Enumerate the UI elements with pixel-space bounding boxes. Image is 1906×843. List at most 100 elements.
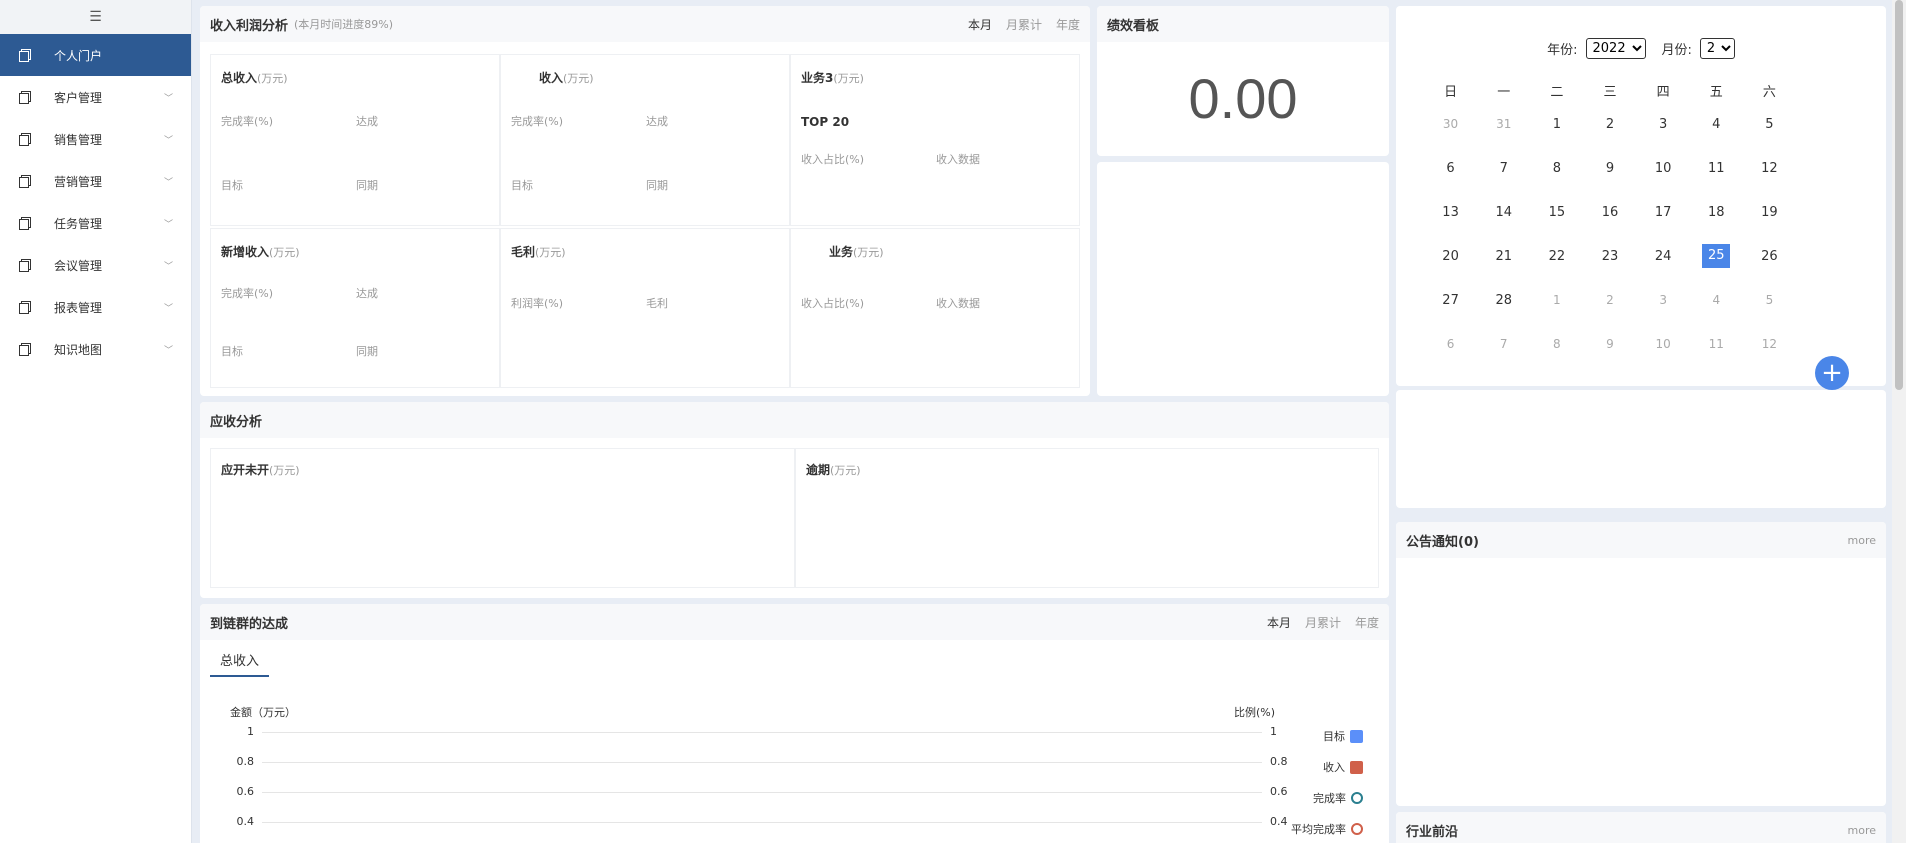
notice-more-link[interactable]: more [1848, 534, 1877, 547]
month-select[interactable]: 2 [1699, 38, 1735, 59]
legend-item[interactable]: 收入 [1323, 759, 1363, 775]
business-top20-card: 业务3(万元) TOP 20 收入占比(%) 收入数据 [790, 54, 1080, 226]
income-data-label: 收入数据 [936, 153, 980, 166]
legend-label: 完成率 [1313, 792, 1346, 805]
calendar-day[interactable]: 2 [1583, 117, 1636, 132]
scrollbar-thumb[interactable] [1895, 0, 1903, 390]
calendar-day[interactable]: 11 [1690, 161, 1743, 176]
calendar-day[interactable]: 16 [1583, 205, 1636, 220]
income-data-label: 收入数据 [936, 297, 980, 310]
sidebar-item-0[interactable]: 个人门户﹀ [0, 34, 191, 76]
sidebar-item-3[interactable]: 营销管理 ﹀ [0, 160, 191, 202]
legend-item[interactable]: 平均完成率 [1291, 821, 1363, 837]
business2-title: 业务(万元) [829, 245, 884, 259]
tab-month-cumulative[interactable]: 月累计 [1006, 16, 1042, 33]
calendar-day[interactable]: 12 [1743, 337, 1796, 351]
legend-label: 收入 [1323, 761, 1345, 774]
calendar-day[interactable]: 6 [1424, 161, 1477, 176]
calendar-day[interactable]: 17 [1637, 205, 1690, 220]
calendar-day[interactable]: 14 [1477, 205, 1530, 220]
sidebar-item-4[interactable]: 任务管理 ﹀ [0, 202, 191, 244]
calendar-day[interactable]: 27 [1424, 293, 1477, 308]
calendar-day[interactable]: 4 [1690, 117, 1743, 132]
same-period-label: 同期 [356, 179, 378, 192]
document-icon [18, 342, 32, 356]
income-card: 收入(万元) 完成率(%) 达成 目标 同期 [500, 54, 790, 226]
calendar-day[interactable]: 31 [1477, 117, 1530, 131]
calendar-day[interactable]: 9 [1583, 161, 1636, 176]
calendar-day[interactable]: 8 [1530, 337, 1583, 351]
weekday-header: 三 [1603, 84, 1617, 100]
target-label: 目标 [511, 179, 533, 192]
calendar-day[interactable]: 7 [1477, 161, 1530, 176]
target-label: 目标 [221, 345, 243, 358]
calendar-day[interactable]: 1 [1530, 117, 1583, 132]
calendar-day[interactable]: 3 [1637, 117, 1690, 132]
calendar-day[interactable]: 1 [1530, 293, 1583, 307]
calendar-day[interactable]: 13 [1424, 205, 1477, 220]
achieved-label: 达成 [356, 287, 378, 300]
calendar-day[interactable]: 30 [1424, 117, 1477, 131]
gross-label: 毛利 [646, 297, 668, 310]
tab-month-cumulative[interactable]: 月累计 [1305, 614, 1341, 631]
year-select[interactable]: 2022 [1585, 38, 1646, 59]
chevron-down-icon: ﹀ [163, 219, 173, 230]
chevron-down-icon: ﹀ [163, 93, 173, 104]
tab-year[interactable]: 年度 [1056, 16, 1080, 33]
legend-bar-swatch [1350, 729, 1363, 743]
sidebar-item-2[interactable]: 销售管理 ﹀ [0, 118, 191, 160]
calendar-day[interactable]: 15 [1530, 205, 1583, 220]
document-icon [18, 300, 32, 314]
tab-this-month[interactable]: 本月 [1267, 614, 1291, 631]
calendar-day[interactable]: 2 [1583, 293, 1636, 307]
y2-tick-label: 0.4 [1270, 815, 1288, 828]
receivable-panel: 应收分析 应开未开(万元) 逾期(万元) [200, 402, 1389, 598]
sidebar-item-7[interactable]: 知识地图 ﹀ [0, 328, 191, 370]
y2-tick-label: 0.8 [1270, 755, 1288, 768]
calendar-day[interactable]: 11 [1690, 337, 1743, 351]
calendar-day[interactable]: 24 [1637, 249, 1690, 264]
menu-toggle-button[interactable]: ☰ [0, 0, 191, 34]
calendar-day[interactable]: 9 [1583, 337, 1636, 351]
calendar-day-today[interactable]: 25 [1690, 244, 1743, 268]
page-scrollbar[interactable] [1892, 0, 1906, 843]
calendar-day[interactable]: 22 [1530, 249, 1583, 264]
legend-item[interactable]: 完成率 [1313, 790, 1363, 806]
calendar-day[interactable]: 23 [1583, 249, 1636, 264]
add-event-button[interactable]: + [1815, 356, 1849, 390]
calendar-day[interactable]: 10 [1637, 337, 1690, 351]
y-tick-label: 1 [247, 725, 254, 738]
tab-year[interactable]: 年度 [1355, 614, 1379, 631]
calendar-day[interactable]: 21 [1477, 249, 1530, 264]
calendar-day[interactable]: 18 [1690, 205, 1743, 220]
calendar-day[interactable]: 5 [1743, 293, 1796, 307]
performance-value: 0.00 [1188, 67, 1298, 130]
calendar-day[interactable]: 10 [1637, 161, 1690, 176]
legend-item[interactable]: 目标 [1323, 728, 1363, 744]
document-icon [18, 258, 32, 272]
chevron-down-icon: ﹀ [163, 177, 173, 188]
tab-total-income[interactable]: 总收入 [210, 650, 270, 677]
calendar-day[interactable]: 12 [1743, 161, 1796, 176]
document-icon [18, 48, 32, 62]
industry-more-link[interactable]: more [1848, 824, 1877, 837]
business-title: 业务3(万元) [801, 71, 864, 85]
calendar-day[interactable]: 20 [1424, 249, 1477, 264]
tab-this-month[interactable]: 本月 [968, 16, 992, 33]
calendar-day[interactable]: 5 [1743, 117, 1796, 132]
achievement-title: 到链群的达成 [210, 616, 289, 632]
calendar-day[interactable]: 6 [1424, 337, 1477, 351]
income-panel-subtitle: (本月时间进度89%) [294, 18, 394, 31]
calendar-day[interactable]: 4 [1690, 293, 1743, 307]
calendar-day[interactable]: 19 [1743, 205, 1796, 220]
calendar-day[interactable]: 7 [1477, 337, 1530, 351]
sidebar-item-1[interactable]: 客户管理 ﹀ [0, 76, 191, 118]
calendar-day[interactable]: 28 [1477, 293, 1530, 308]
y2-axis-label: 比例(%) [1234, 706, 1276, 719]
calendar-day[interactable]: 26 [1743, 249, 1796, 264]
sidebar-item-5[interactable]: 会议管理 ﹀ [0, 244, 191, 286]
sidebar-item-label: 营销管理 [54, 174, 103, 189]
sidebar-item-6[interactable]: 报表管理 ﹀ [0, 286, 191, 328]
calendar-day[interactable]: 3 [1637, 293, 1690, 307]
calendar-day[interactable]: 8 [1530, 161, 1583, 176]
